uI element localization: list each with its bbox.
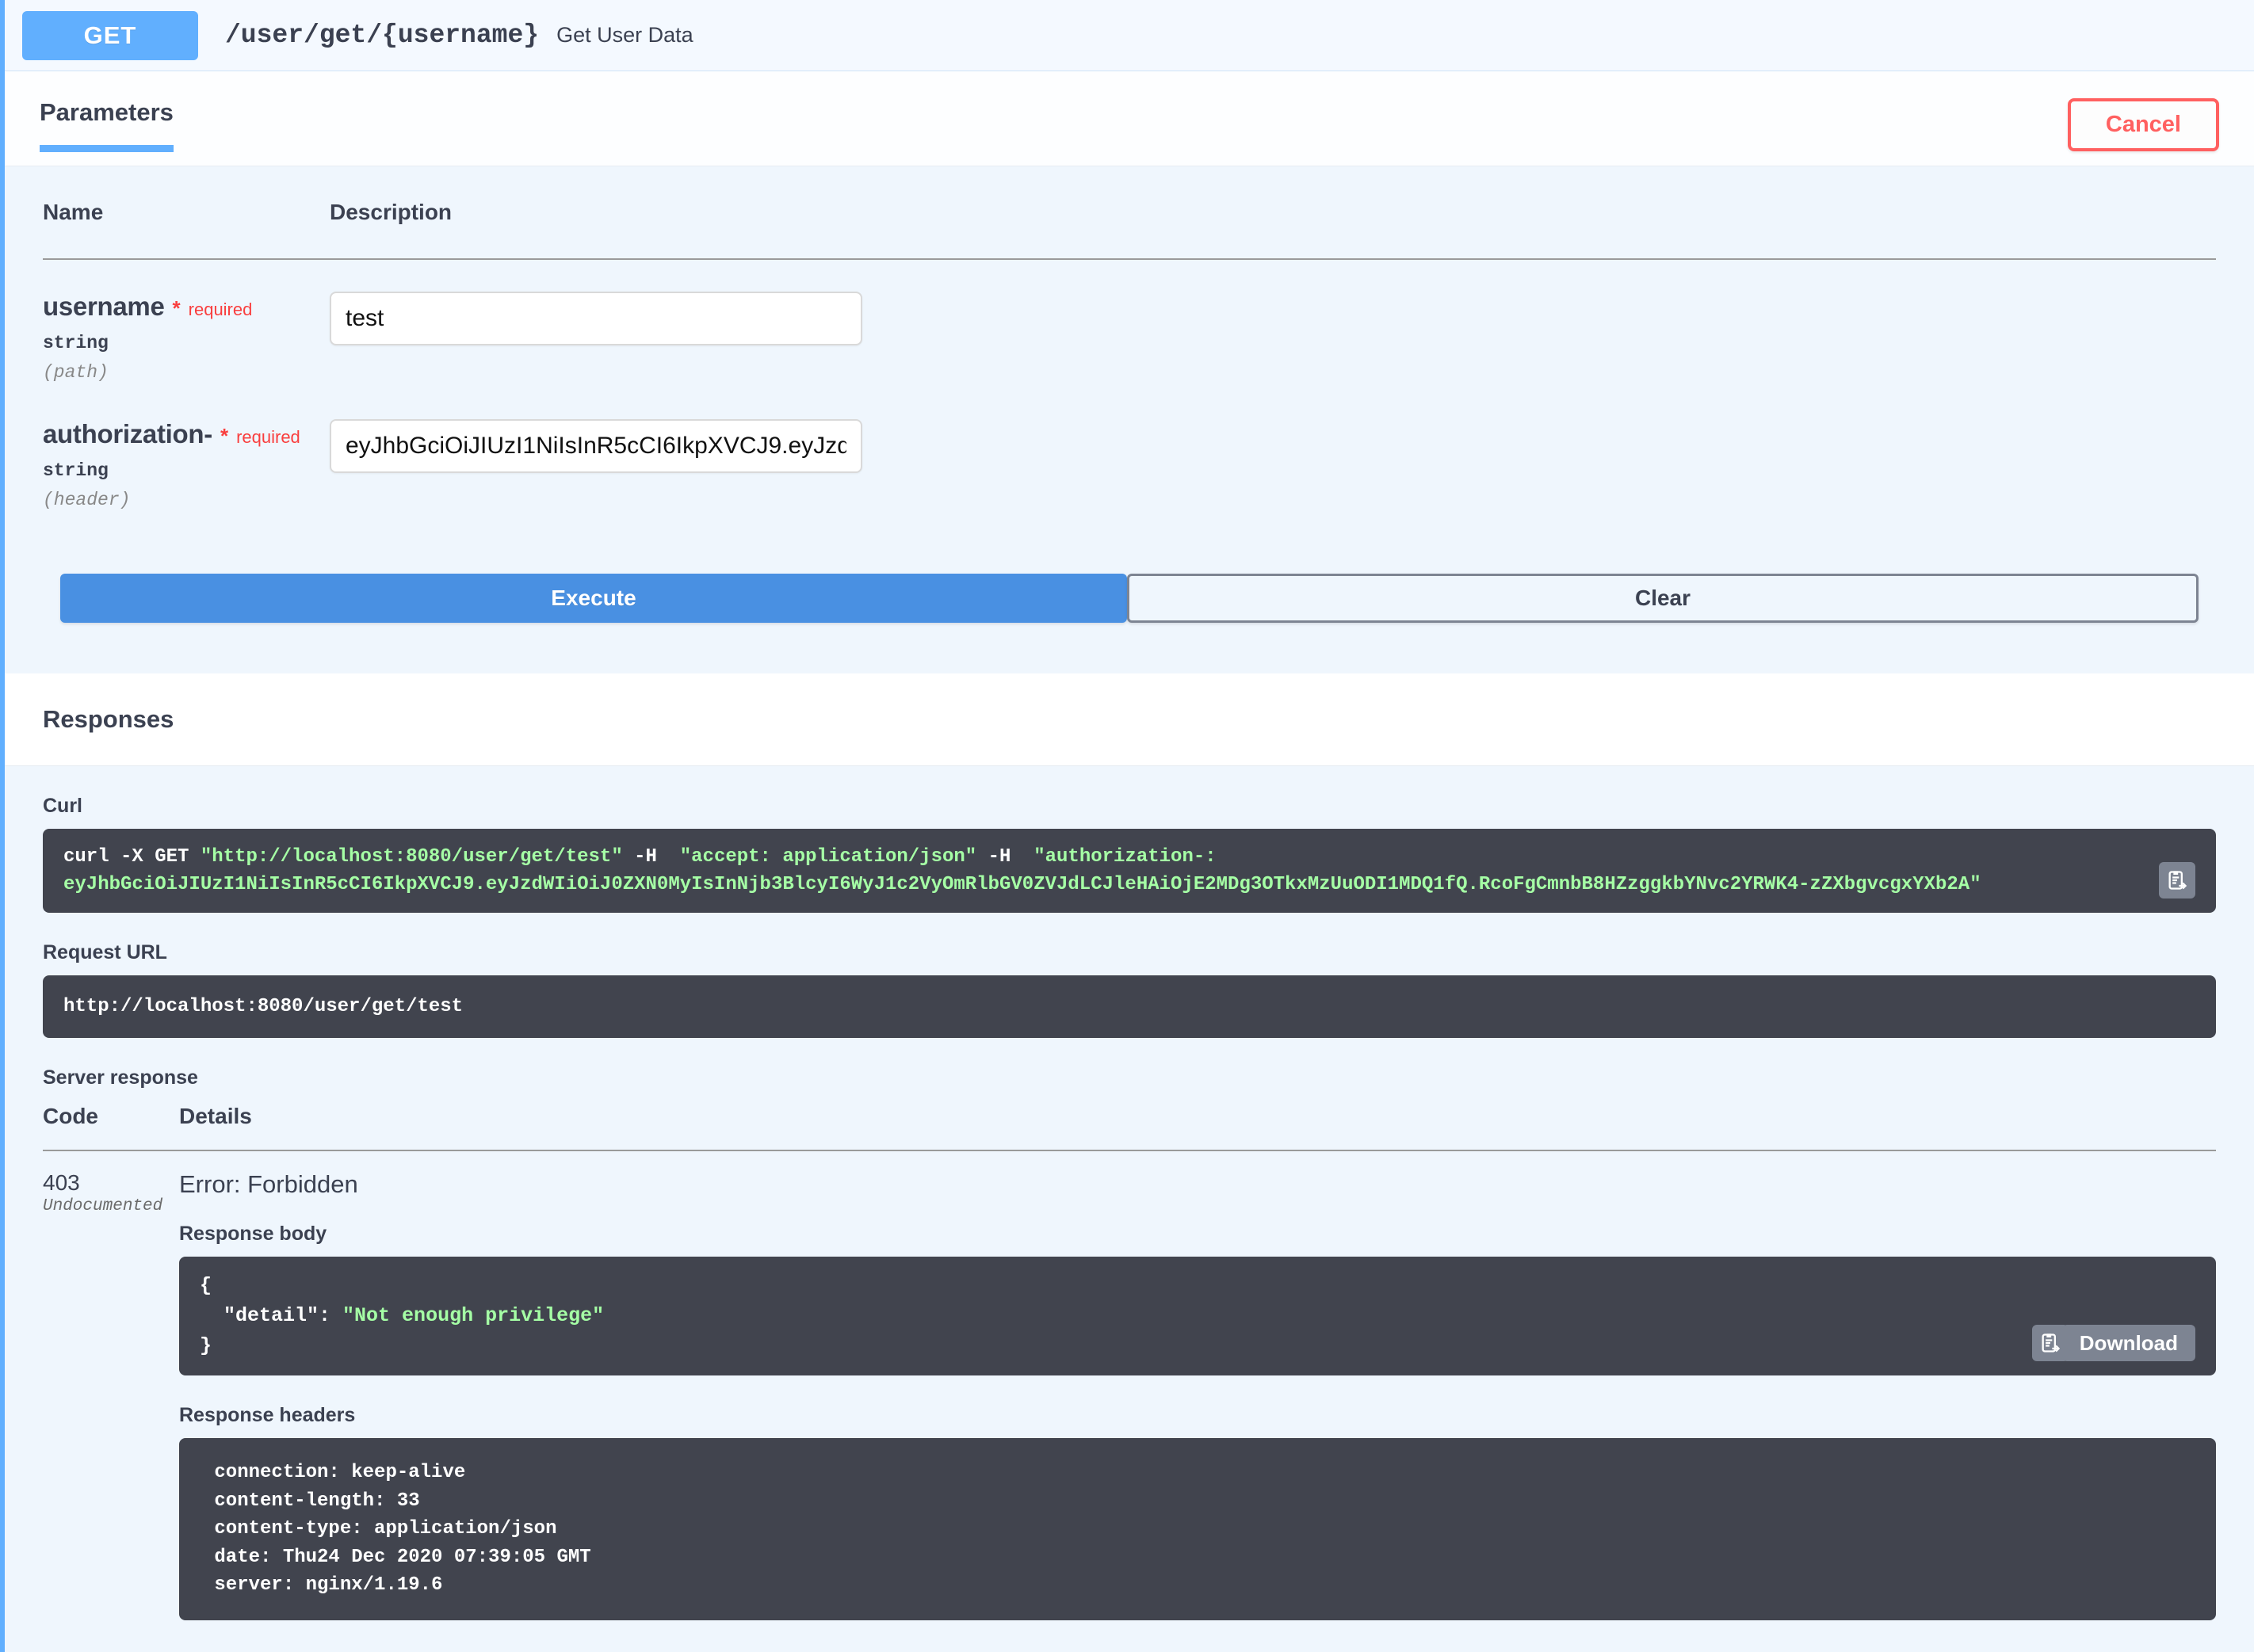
responses-header: Responses (5, 673, 2254, 766)
parameter-type-username: string (43, 333, 109, 353)
column-header-details: Details (179, 1104, 2216, 1152)
required-star-icon: * (172, 296, 181, 320)
http-method-badge[interactable]: GET (22, 10, 198, 60)
tab-active-underline (40, 145, 174, 152)
operation-path: /user/get/{username} (225, 21, 540, 50)
responses-title: Responses (43, 705, 174, 733)
response-headers-label: Response headers (179, 1404, 356, 1427)
request-url-text: http://localhost:8080/user/get/test (63, 996, 464, 1018)
required-star-icon: * (220, 424, 229, 448)
column-header-code: Code (43, 1104, 179, 1152)
operation-block: GET /user/get/{username} Get User Data P… (0, 0, 2254, 1652)
cancel-button[interactable]: Cancel (2067, 98, 2219, 151)
curl-code-block: curl -X GET "http://localhost:8080/user/… (43, 829, 2216, 914)
parameters-table: Name Description username * required str… (43, 200, 2216, 515)
response-body-value: "Not enough privilege" (342, 1304, 605, 1328)
parameter-name-username: username (43, 292, 165, 321)
curl-url: "http://localhost:8080/user/get/test" (200, 846, 623, 868)
response-headers-text: connection: keep-alive content-length: 3… (214, 1462, 591, 1597)
response-body-key: "detail": (200, 1304, 343, 1328)
action-buttons-row: Execute Clear (5, 515, 2254, 673)
parameters-table-header-row: Name Description (43, 200, 2216, 260)
response-body-text: { "detail": "Not enough privilege" } (200, 1271, 1931, 1361)
responses-body: Curl curl -X GET "http://localhost:8080/… (5, 766, 2254, 1652)
curl-prefix: curl -X GET (63, 846, 201, 868)
parameter-input-cell-authorization (330, 387, 2216, 515)
copy-to-clipboard-icon (2168, 871, 2187, 890)
response-body-close-brace: } (200, 1334, 212, 1358)
server-response-label: Server response (43, 1066, 198, 1089)
authorization-input[interactable] (330, 419, 862, 473)
curl-h2-flag: -H (976, 846, 1034, 868)
server-response-row: 403 Undocumented Error: Forbidden Respon… (43, 1150, 2216, 1620)
response-details-cell: Error: Forbidden Response body { "detail… (179, 1150, 2216, 1620)
response-status-code: 403 (43, 1170, 80, 1196)
parameter-type-authorization: string (43, 460, 109, 481)
curl-h1-flag: -H (622, 846, 680, 868)
server-response-table: Code Details 403 Undocumented Error: For… (43, 1104, 2216, 1620)
request-url-block: http://localhost:8080/user/get/test (43, 975, 2216, 1039)
parameters-header: Parameters Cancel (5, 71, 2254, 166)
parameter-input-cell-username (330, 259, 2216, 387)
required-label-username: required (188, 299, 253, 319)
execute-button[interactable]: Execute (60, 574, 1127, 623)
request-url-label: Request URL (43, 941, 167, 964)
curl-command-text: curl -X GET "http://localhost:8080/user/… (63, 843, 2195, 898)
response-error-title: Error: Forbidden (179, 1170, 358, 1199)
username-input[interactable] (330, 292, 862, 345)
parameter-name-cell-authorization: authorization- * required string (header… (43, 387, 330, 515)
tab-parameters-label: Parameters (40, 98, 174, 126)
operation-summary-text: Get User Data (556, 23, 693, 47)
operation-summary-header[interactable]: GET /user/get/{username} Get User Data (5, 0, 2254, 71)
tab-parameters[interactable]: Parameters (40, 98, 174, 152)
server-response-header-row: Code Details (43, 1104, 2216, 1152)
response-body-label: Response body (179, 1223, 327, 1246)
response-code-cell: 403 Undocumented (43, 1150, 179, 1620)
parameters-body: Name Description username * required str… (5, 166, 2254, 515)
column-header-name: Name (43, 200, 330, 260)
response-body-open-brace: { (200, 1274, 212, 1298)
curl-header-accept: "accept: application/json" (679, 846, 977, 868)
response-body-block: { "detail": "Not enough privilege" } Dow… (179, 1257, 2216, 1376)
parameter-name-authorization: authorization- (43, 419, 212, 448)
parameter-row-authorization: authorization- * required string (header… (43, 387, 2216, 515)
curl-label: Curl (43, 795, 82, 817)
parameter-row-username: username * required string (path) (43, 259, 2216, 387)
copy-to-clipboard-icon (2042, 1333, 2061, 1353)
download-button[interactable]: Download (2061, 1325, 2195, 1362)
column-header-description: Description (330, 200, 2216, 260)
copy-curl-button[interactable] (2159, 862, 2195, 899)
parameter-name-cell-username: username * required string (path) (43, 259, 330, 387)
clear-button[interactable]: Clear (1127, 574, 2199, 623)
parameter-in-username: (path) (43, 362, 109, 383)
parameter-in-authorization: (header) (43, 490, 131, 510)
response-headers-block: connection: keep-alive content-length: 3… (179, 1438, 2216, 1620)
response-undocumented-note: Undocumented (43, 1197, 163, 1216)
required-label-authorization: required (236, 427, 300, 447)
